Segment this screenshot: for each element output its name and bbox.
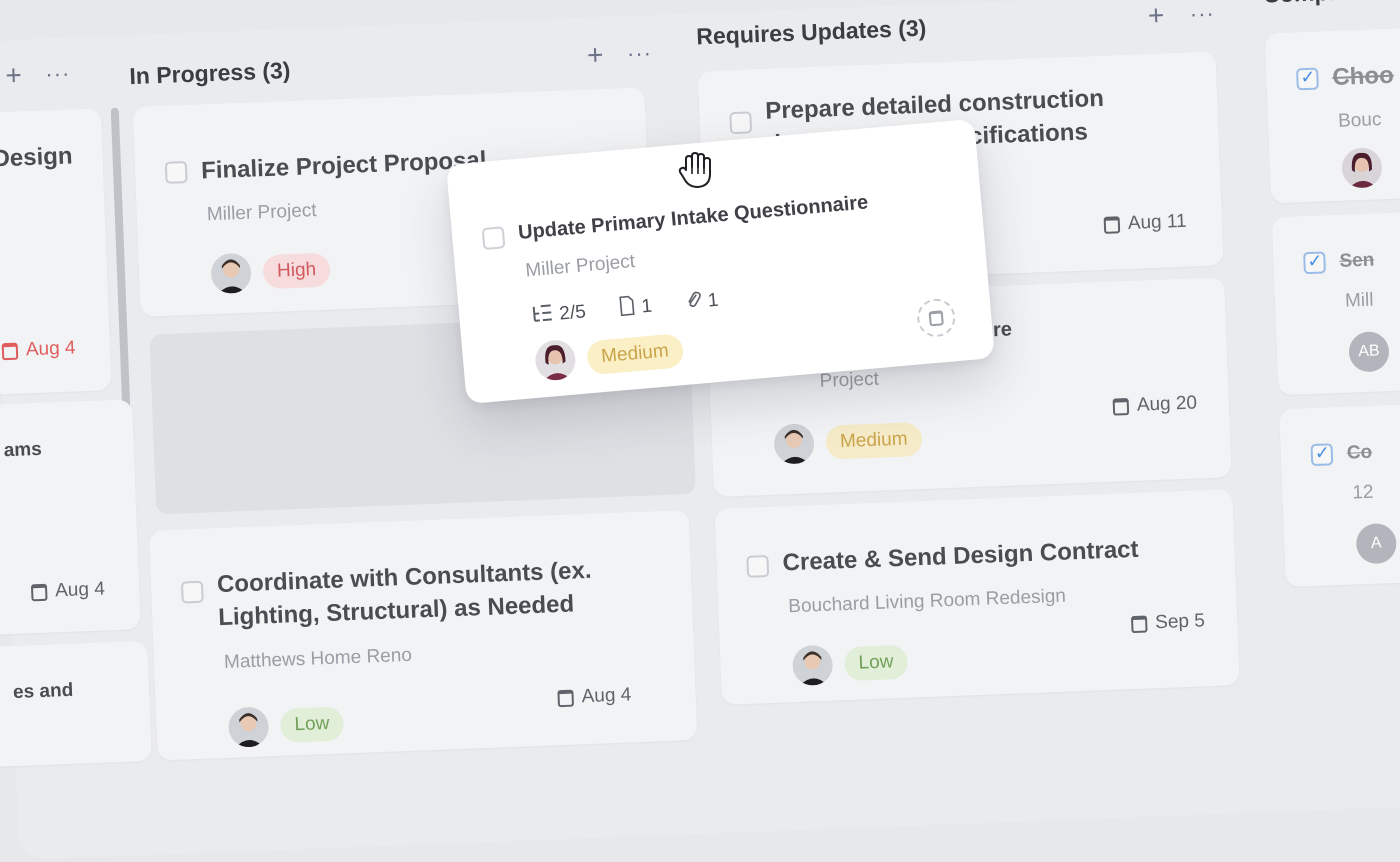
left-card-1[interactable]: Design Aug 4	[0, 108, 112, 396]
avatar	[534, 339, 577, 382]
priority-badge[interactable]: Medium	[825, 422, 922, 460]
calendar-icon	[929, 310, 944, 326]
calendar-icon	[1113, 398, 1130, 416]
task-card[interactable]: Coordinate with Consultants (ex. Lightin…	[149, 510, 697, 761]
subtasks-count: 2/5	[559, 301, 587, 325]
task-project: Bouc	[1338, 109, 1382, 133]
avatar	[792, 645, 834, 687]
left-card-1-title: Design	[0, 139, 73, 175]
avatar	[210, 253, 252, 295]
requires-updates-more-button[interactable]: ···	[1189, 0, 1215, 28]
file-icon	[619, 295, 637, 322]
paperclip-icon	[685, 289, 703, 316]
task-checkbox[interactable]	[746, 555, 769, 578]
priority-badge[interactable]: Medium	[586, 333, 684, 375]
task-project: Miller Project	[206, 200, 317, 226]
task-due-date: Sep 5	[1131, 610, 1205, 635]
dragged-task-card[interactable]: Update Primary Intake Questionnaire Mill…	[446, 119, 995, 404]
avatar	[1341, 147, 1383, 189]
left-card-3[interactable]: es and	[0, 641, 152, 768]
task-project: Miller Project	[525, 251, 636, 282]
task-due-date: Aug 20	[1112, 392, 1197, 417]
left-col-scrollbar[interactable]	[111, 108, 131, 420]
hand-cursor-icon	[676, 150, 714, 197]
left-col-add-button[interactable]: +	[5, 61, 22, 90]
task-card[interactable]: Create & Send Design Contract Bouchard L…	[715, 489, 1240, 705]
task-due-date: Aug 11	[1103, 211, 1187, 236]
task-title: Sen	[1339, 244, 1375, 278]
task-checkbox[interactable]	[482, 226, 506, 250]
in-progress-column-title: In Progress (3)	[129, 57, 291, 90]
task-title: Coordinate with Consultants (ex. Lightin…	[216, 551, 658, 634]
task-checkbox[interactable]	[181, 581, 204, 604]
kanban-board: + ··· Design Aug 4 ams Aug 4 es and In P…	[0, 0, 1400, 860]
task-project: Matthews Home Reno	[224, 645, 413, 674]
in-progress-add-button[interactable]: +	[586, 41, 603, 70]
left-card-3-title: es and	[12, 674, 73, 709]
task-checkbox-checked[interactable]	[1303, 251, 1326, 274]
task-title: Create & Send Design Contract	[782, 533, 1139, 580]
task-title: Finalize Project Proposal	[201, 144, 487, 188]
left-card-2[interactable]: ams Aug 4	[0, 399, 141, 635]
task-meta-row: 2/5 1 1	[530, 288, 719, 330]
left-card-1-date: Aug 4	[2, 337, 76, 362]
task-card[interactable]: Sen Mill AB	[1272, 208, 1400, 395]
files-count: 1	[641, 296, 653, 319]
avatar-initials: A	[1356, 523, 1398, 565]
task-title: Choo	[1332, 59, 1395, 94]
task-project: Bouchard Living Room Redesign	[788, 586, 1066, 619]
task-project: 12	[1352, 482, 1374, 505]
requires-updates-add-button[interactable]: +	[1147, 1, 1164, 30]
task-checkbox[interactable]	[165, 161, 188, 184]
left-card-2-date: Aug 4	[31, 579, 105, 604]
priority-badge[interactable]: High	[262, 253, 330, 290]
priority-badge[interactable]: Low	[280, 706, 344, 742]
calendar-icon	[1104, 216, 1121, 234]
left-col-more-button[interactable]: ···	[45, 59, 71, 88]
task-card[interactable]: Co 12 A	[1279, 400, 1400, 587]
calendar-icon	[1131, 615, 1148, 633]
task-checkbox[interactable]	[729, 111, 752, 134]
task-card[interactable]: Choo Bouc	[1265, 24, 1400, 203]
requires-updates-column-title: Requires Updates (3)	[696, 15, 927, 51]
task-due-date: Aug 4	[557, 684, 631, 709]
calendar-icon	[2, 342, 19, 360]
complete-column-title: Complete	[1263, 0, 1369, 9]
avatar	[773, 423, 815, 465]
priority-badge[interactable]: Low	[844, 645, 908, 681]
avatar-initials: AB	[1348, 331, 1390, 373]
task-checkbox-checked[interactable]	[1296, 68, 1319, 91]
task-checkbox-checked[interactable]	[1310, 443, 1333, 466]
board-viewport: + ··· Design Aug 4 ams Aug 4 es and In P…	[0, 0, 1400, 807]
avatar	[228, 706, 270, 748]
in-progress-more-button[interactable]: ···	[626, 39, 652, 68]
task-title: Co	[1346, 436, 1373, 470]
left-card-2-title: ams	[3, 433, 42, 467]
attachments-count: 1	[707, 290, 719, 313]
subtasks-icon	[530, 302, 554, 330]
task-project: Mill	[1345, 290, 1374, 313]
calendar-icon	[557, 689, 574, 707]
set-due-date-button[interactable]	[916, 297, 957, 338]
calendar-icon	[31, 583, 48, 601]
